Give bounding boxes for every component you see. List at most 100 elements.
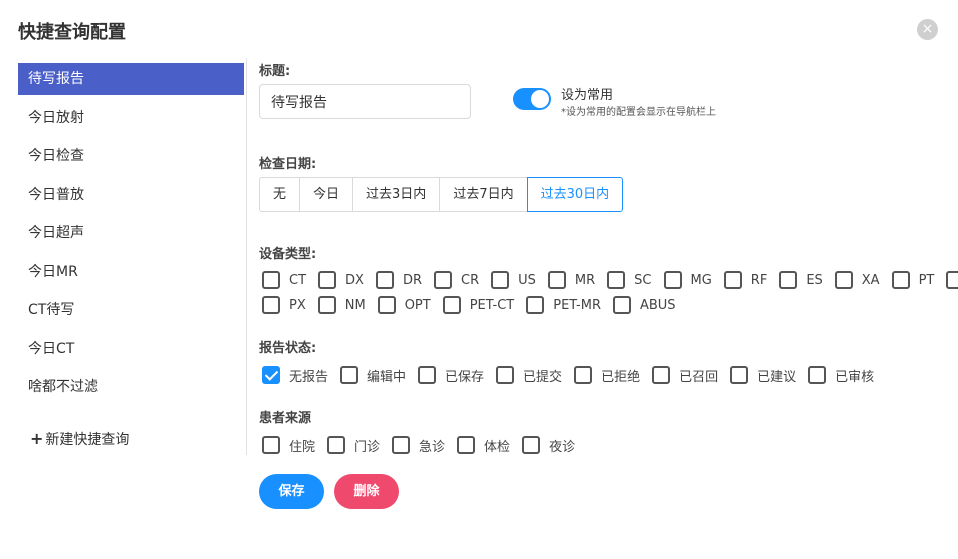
device-b-5-checkbox[interactable]: ABUS <box>612 295 676 315</box>
sidebar-item-no-filter[interactable]: 啥都不过滤 <box>18 371 244 403</box>
source-2-checkbox[interactable]: 急诊 <box>392 435 445 455</box>
status-5-label: 已召回 <box>679 369 719 385</box>
checkbox-box[interactable] <box>723 271 742 289</box>
device-0-label: CT <box>289 272 307 288</box>
date-option-today[interactable]: 今日 <box>299 177 354 212</box>
status-2-label: 已保存 <box>445 369 485 385</box>
source-4-checkbox[interactable]: 夜诊 <box>522 435 575 455</box>
checkbox-box[interactable] <box>262 436 280 454</box>
checkbox-box[interactable] <box>434 271 452 289</box>
checkbox-box[interactable] <box>612 296 631 314</box>
checkbox-box[interactable] <box>663 271 682 289</box>
checkbox-box[interactable] <box>522 436 541 454</box>
source-3-checkbox[interactable]: 体检 <box>457 435 510 455</box>
sidebar-item-today-radiology[interactable]: 今日放射 <box>18 102 244 134</box>
device-0-checkbox[interactable]: CT <box>262 270 306 290</box>
source-2-label: 急诊 <box>419 439 446 455</box>
device-b-4-checkbox[interactable]: PET-MR <box>526 295 601 315</box>
source-0-checkbox[interactable]: 住院 <box>262 435 315 455</box>
checkbox-box[interactable] <box>834 271 853 289</box>
device-b-5-label: ABUS <box>639 297 676 313</box>
sidebar-item-today-ct[interactable]: 今日CT <box>18 333 244 365</box>
date-option-7days[interactable]: 过去7日内 <box>439 177 528 212</box>
plus-icon: + <box>30 429 44 448</box>
checkbox-box[interactable] <box>340 366 359 384</box>
device-b-0-label: PX <box>289 297 306 313</box>
date-option-3days[interactable]: 过去3日内 <box>352 177 441 212</box>
checkbox-box[interactable] <box>547 271 566 289</box>
date-option-30days[interactable]: 过去30日内 <box>526 177 624 212</box>
device-b-2-checkbox[interactable]: OPT <box>377 295 431 315</box>
checkbox-box[interactable] <box>730 366 749 384</box>
source-field-label: 患者来源 <box>259 411 312 426</box>
status-1-checkbox[interactable]: 编辑中 <box>340 365 406 385</box>
title-input[interactable] <box>259 84 471 119</box>
checkbox-box[interactable] <box>317 296 336 314</box>
status-4-checkbox[interactable]: 已拒绝 <box>574 365 640 385</box>
device-2-checkbox[interactable]: DR <box>375 270 422 290</box>
checkbox-box[interactable] <box>779 271 798 289</box>
sidebar-item-ct-pending[interactable]: CT待写 <box>18 294 244 326</box>
device-8-label: RF <box>750 272 768 288</box>
device-row-2: PX NM OPT PET-CT PET-MR ABUS <box>262 295 688 315</box>
status-7-checkbox[interactable]: 已审核 <box>808 365 874 385</box>
check-icon[interactable] <box>262 366 280 384</box>
date-option-none[interactable]: 无 <box>259 177 301 212</box>
delete-button[interactable]: 删除 <box>334 474 399 509</box>
checkbox-box[interactable] <box>377 296 396 314</box>
checkbox-box[interactable] <box>946 271 958 289</box>
sidebar-item-pending-report[interactable]: 待写报告 <box>18 63 244 95</box>
checkbox-box[interactable] <box>574 366 593 384</box>
device-1-checkbox[interactable]: DX <box>318 270 364 290</box>
favorite-toggle[interactable] <box>513 88 551 110</box>
device-11-checkbox[interactable]: PT <box>891 270 934 290</box>
device-9-checkbox[interactable]: ES <box>779 270 823 290</box>
device-6-checkbox[interactable]: SC <box>607 270 652 290</box>
close-icon[interactable]: × <box>917 19 938 40</box>
status-6-checkbox[interactable]: 已建议 <box>730 365 796 385</box>
device-b-1-checkbox[interactable]: NM <box>317 295 366 315</box>
new-query-button[interactable]: + 新建快捷查询 <box>30 429 129 449</box>
checkbox-box[interactable] <box>891 271 910 289</box>
checkbox-box[interactable] <box>375 271 394 289</box>
device-b-3-checkbox[interactable]: PET-CT <box>442 295 514 315</box>
checkbox-box[interactable] <box>418 366 437 384</box>
device-12-checkbox[interactable]: OP <box>946 270 958 290</box>
checkbox-box[interactable] <box>392 436 411 454</box>
checkbox-box[interactable] <box>262 296 280 314</box>
device-8-checkbox[interactable]: RF <box>723 270 768 290</box>
device-6-label: SC <box>634 272 652 288</box>
device-7-checkbox[interactable]: MG <box>663 270 712 290</box>
checkbox-box[interactable] <box>526 296 545 314</box>
device-3-checkbox[interactable]: CR <box>434 270 479 290</box>
status-2-checkbox[interactable]: 已保存 <box>418 365 484 385</box>
sidebar-item-today-mr[interactable]: 今日MR <box>18 256 244 288</box>
sidebar-item-today-xray[interactable]: 今日普放 <box>18 179 244 211</box>
device-b-0-checkbox[interactable]: PX <box>262 295 306 315</box>
checkbox-box[interactable] <box>652 366 671 384</box>
date-field-label: 检查日期: <box>259 157 317 172</box>
save-button[interactable]: 保存 <box>259 474 324 509</box>
status-0-checkbox[interactable]: 无报告 <box>262 365 328 385</box>
favorite-label: 设为常用 <box>561 88 614 103</box>
status-5-checkbox[interactable]: 已召回 <box>652 365 718 385</box>
device-10-checkbox[interactable]: XA <box>834 270 880 290</box>
sidebar-item-today-ultrasound[interactable]: 今日超声 <box>18 217 244 249</box>
device-4-checkbox[interactable]: US <box>491 270 536 290</box>
sidebar-item-today-exam[interactable]: 今日检查 <box>18 140 244 172</box>
device-5-checkbox[interactable]: MR <box>547 270 595 290</box>
device-2-label: DR <box>402 272 422 288</box>
checkbox-box[interactable] <box>808 366 827 384</box>
checkbox-box[interactable] <box>491 271 510 289</box>
sidebar: 待写报告 今日放射 今日检查 今日普放 今日超声 今日MR CT待写 今日CT … <box>18 63 244 410</box>
checkbox-box[interactable] <box>607 271 626 289</box>
checkbox-box[interactable] <box>327 436 346 454</box>
checkbox-box[interactable] <box>262 271 280 289</box>
source-1-checkbox[interactable]: 门诊 <box>327 435 380 455</box>
checkbox-box[interactable] <box>442 296 461 314</box>
checkbox-box[interactable] <box>496 366 515 384</box>
checkbox-box[interactable] <box>318 271 337 289</box>
device-field-label: 设备类型: <box>259 247 317 262</box>
checkbox-box[interactable] <box>457 436 476 454</box>
status-3-checkbox[interactable]: 已提交 <box>496 365 562 385</box>
